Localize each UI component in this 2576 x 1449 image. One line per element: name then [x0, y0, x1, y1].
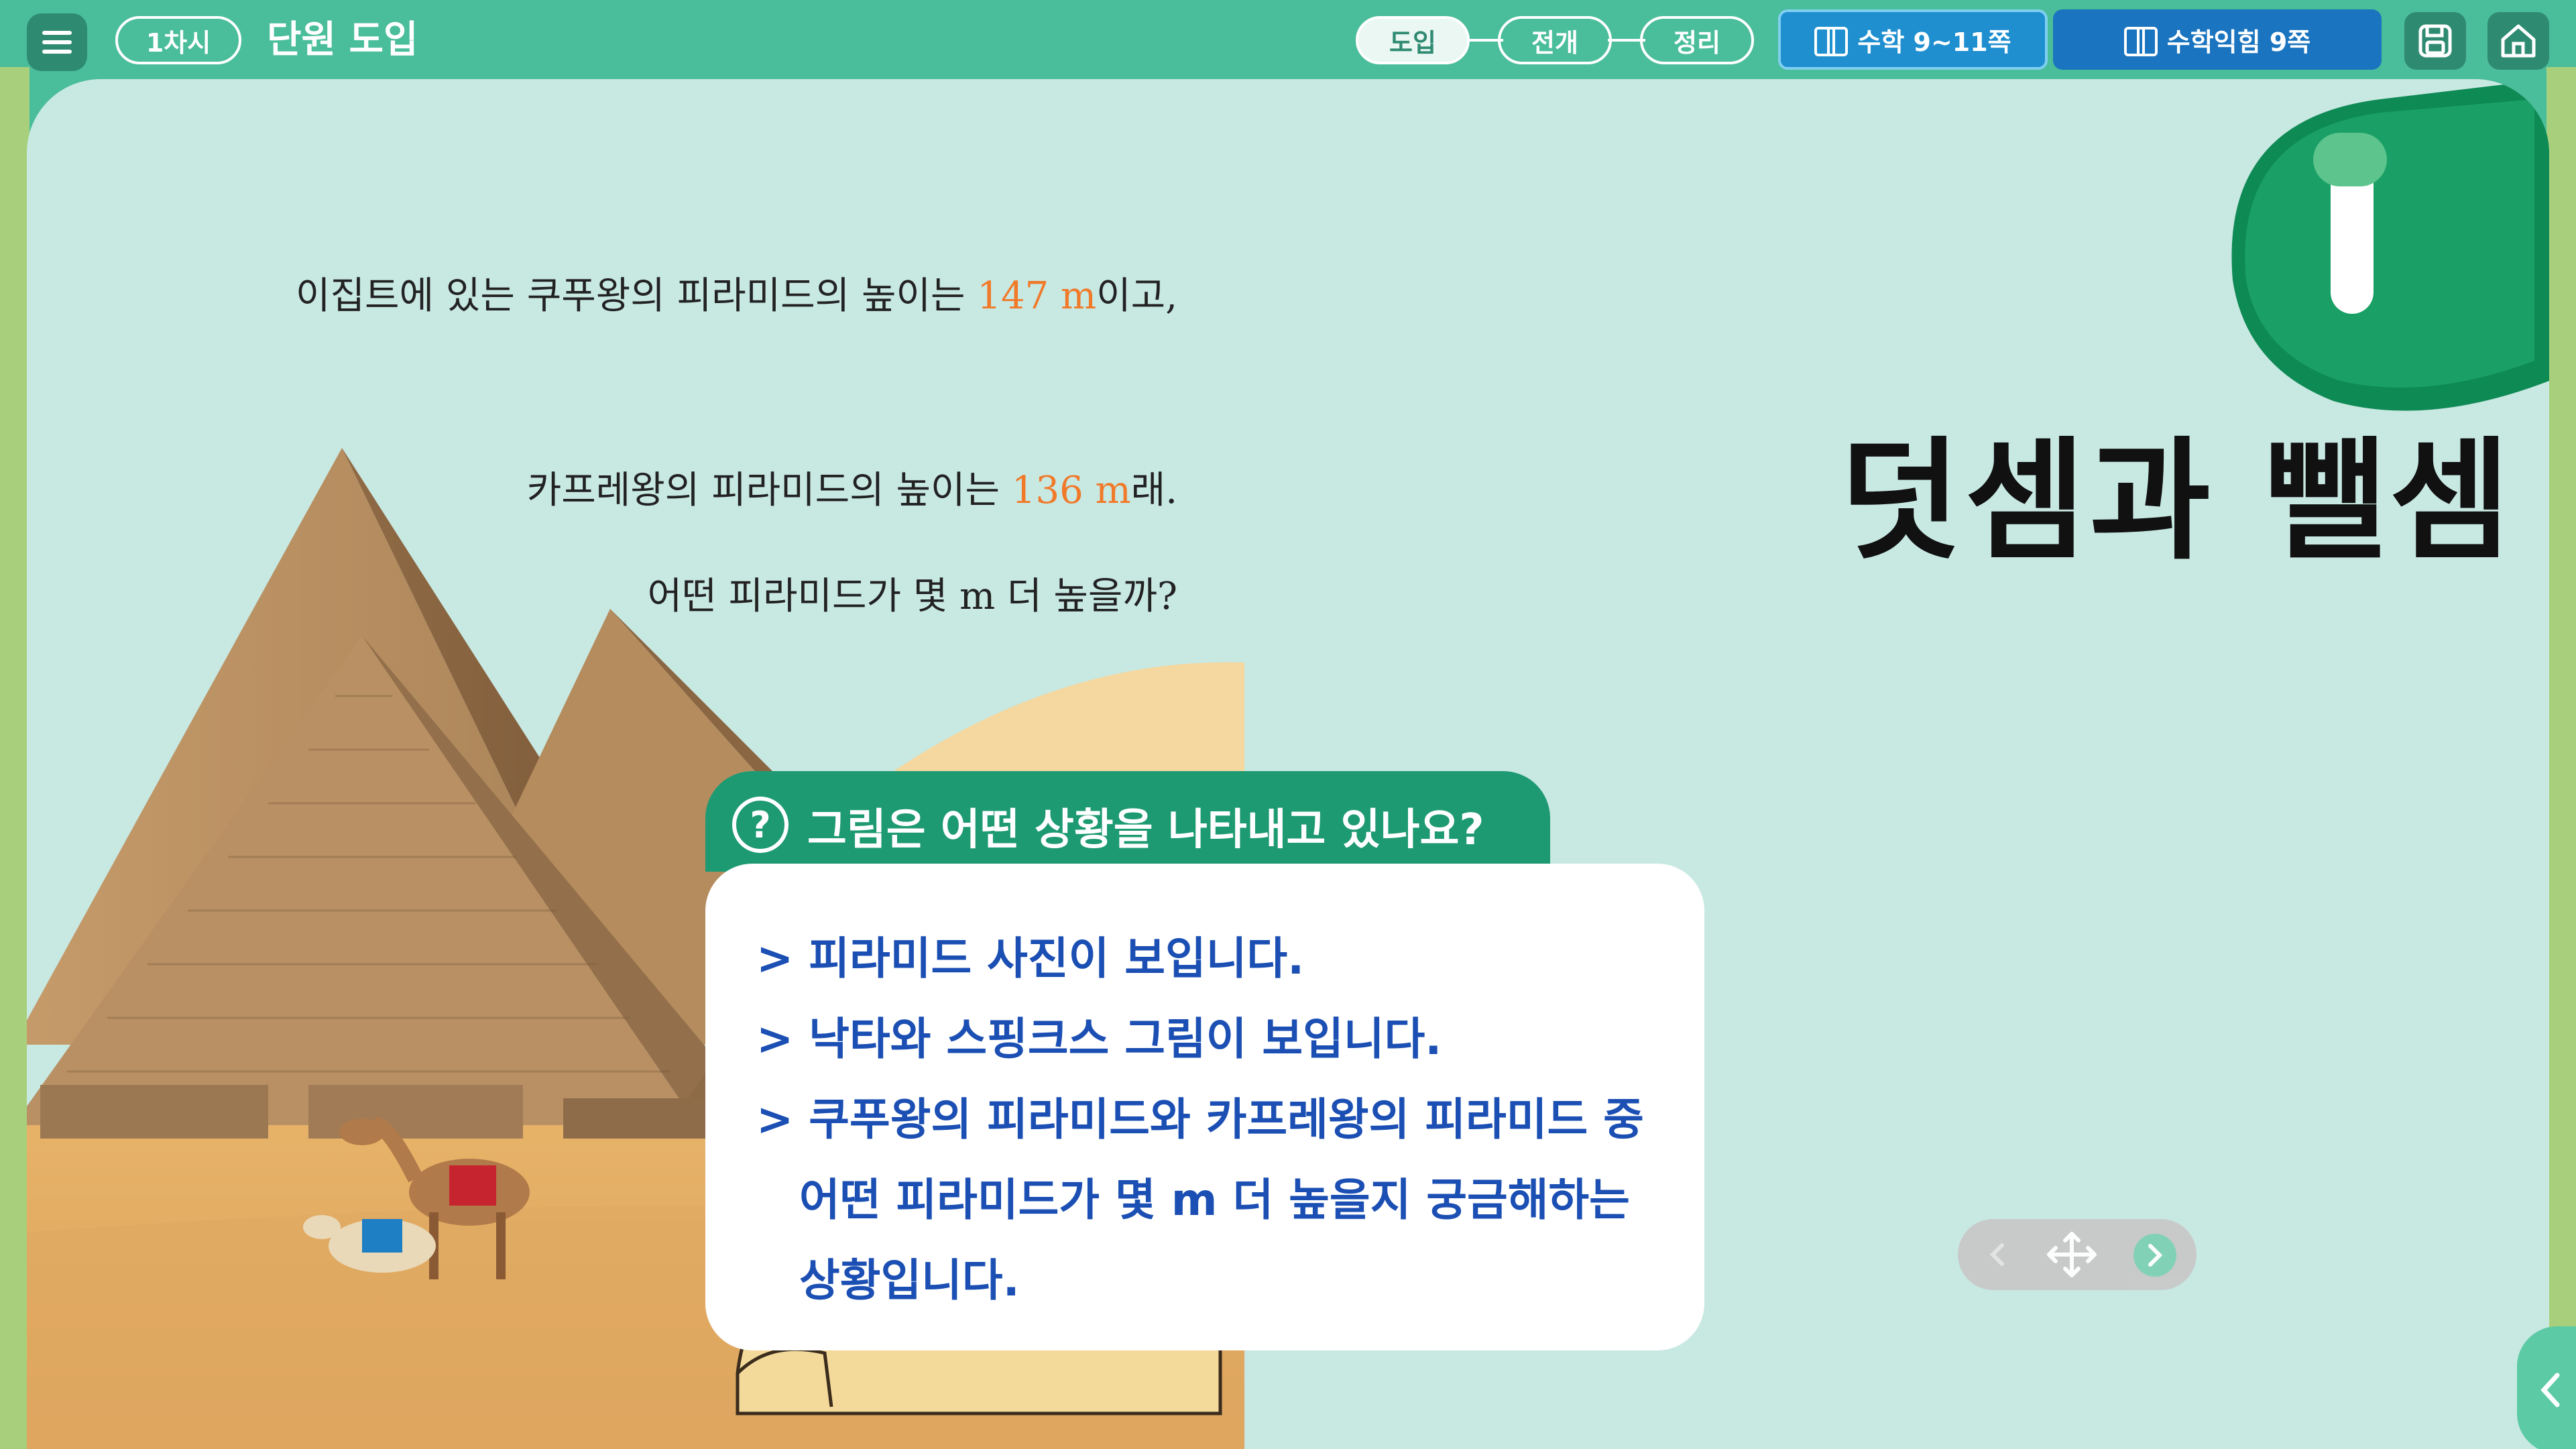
chevron-right-icon: [2148, 1244, 2163, 1267]
answer-item: > 쿠푸왕의 피라미드와 카프레왕의 피라미드 중: [756, 1094, 1644, 1145]
book-icon: [1814, 27, 1849, 56]
unit-number: 1: [2378, 295, 2382, 302]
question-line-1-post: 이고,: [1096, 274, 1177, 318]
move-next-button[interactable]: [2133, 1234, 2176, 1277]
question-line-2-post: 래.: [1130, 469, 1177, 512]
chevron-left-icon: [2540, 1373, 2560, 1407]
textbook-practice-label: 수학익힘 9쪽: [2166, 27, 2311, 57]
home-button[interactable]: [2487, 12, 2549, 70]
question-line-2: 카프레왕의 피라미드의 높이는 136 m래.: [527, 460, 1177, 514]
answer-card: > 피라미드 사진이 보입니다. > 낙타와 스핑크스 그림이 보입니다. > …: [705, 864, 1704, 1350]
question-line-2-pre: 카프레왕의 피라미드의 높이는: [526, 469, 1012, 512]
textbook-practice-button[interactable]: 수학익힘 9쪽: [2053, 9, 2382, 70]
right-rail: [2546, 67, 2576, 1449]
chevron-left-icon: [1989, 1243, 2004, 1266]
page-title: 단원 도입: [267, 18, 418, 62]
move-prev-button[interactable]: [1978, 1235, 2017, 1274]
step-tab-intro[interactable]: 도입: [1356, 16, 1470, 64]
answer-item: > 피라미드 사진이 보입니다.: [756, 933, 1305, 984]
move-control[interactable]: [1958, 1219, 2197, 1290]
textbook-math-button[interactable]: 수학 9~11쪽: [1778, 9, 2048, 70]
menu-button[interactable]: [27, 13, 87, 71]
question-icon: ?: [732, 797, 788, 853]
question-header: ? 그림은 어떤 상황을 나타내고 있나요?: [705, 771, 1550, 872]
content-panel: 이집트에 있는 쿠푸왕의 피라미드의 높이는 147 m이고, 카프레왕의 피라…: [27, 79, 2549, 1449]
answer-item-continued: 상황입니다.: [799, 1255, 1020, 1306]
save-button[interactable]: [2404, 12, 2466, 70]
answer-item: > 낙타와 스핑크스 그림이 보입니다.: [756, 1013, 1442, 1065]
unit-number-badge: 1: [2206, 79, 2549, 428]
session-badge: 1차시: [115, 16, 241, 64]
unit-title: 덧셈과 뺄셈: [1840, 425, 2514, 578]
question-line-1-pre: 이집트에 있는 쿠푸왕의 피라미드의 높이는: [295, 274, 978, 318]
drag-handle[interactable]: [2045, 1231, 2099, 1278]
top-bar: 1차시 단원 도입 도입 전개 정리 수학 9~11쪽 수학익힘 9쪽: [0, 0, 2576, 80]
textbook-math-label: 수학 9~11쪽: [1857, 27, 2011, 57]
book-icon: [2123, 27, 2158, 56]
menu-icon: [42, 31, 72, 54]
question-line-3: 어떤 피라미드가 몇 m 더 높을까?: [647, 575, 1177, 618]
step-tab-develop[interactable]: 전개: [1498, 16, 1612, 64]
khufu-height-value: 147 m: [977, 274, 1097, 318]
question-prompt: 그림은 어떤 상황을 나타내고 있나요?: [807, 805, 1484, 855]
answer-item-continued: 어떤 피라미드가 몇 m 더 높을지 궁금해하는: [799, 1174, 1630, 1226]
save-icon: [2418, 24, 2452, 58]
step-tab-summary[interactable]: 정리: [1640, 16, 1754, 64]
home-icon: [2501, 24, 2536, 58]
move-icon: [2047, 1232, 2097, 1277]
left-rail: [0, 67, 30, 1449]
question-line-1: 이집트에 있는 쿠푸왕의 피라미드의 높이는 147 m이고,: [296, 266, 1177, 320]
khafre-height-value: 136 m: [1011, 469, 1131, 512]
side-panel-toggle[interactable]: [2517, 1326, 2576, 1449]
